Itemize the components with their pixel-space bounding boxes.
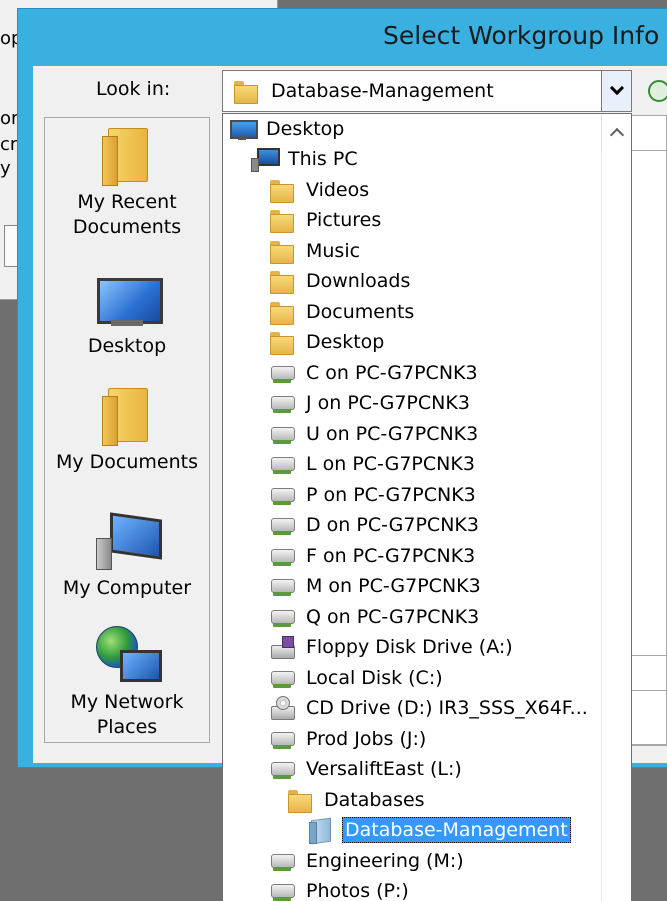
network-drive-icon xyxy=(269,544,295,568)
file-list-divider xyxy=(630,150,667,151)
network-globe-icon xyxy=(96,626,162,684)
list-item[interactable]: F on PC-G7PCNK3 xyxy=(269,541,477,571)
documents-folder-icon xyxy=(102,388,152,446)
place-my-computer[interactable]: My Computer xyxy=(45,516,209,601)
network-drive-icon xyxy=(269,422,295,446)
folder-icon xyxy=(269,269,295,294)
local-disk-icon xyxy=(269,666,295,690)
list-item[interactable]: Prod Jobs (J:) xyxy=(269,724,428,754)
list-item[interactable]: Music xyxy=(269,236,362,266)
list-item[interactable]: This PC xyxy=(251,144,360,174)
network-drive-icon xyxy=(269,513,295,537)
list-item[interactable]: Databases xyxy=(287,785,427,815)
list-item[interactable]: M on PC-G7PCNK3 xyxy=(269,571,483,601)
network-drive-icon xyxy=(269,879,295,901)
list-item[interactable]: D on PC-G7PCNK3 xyxy=(269,510,481,540)
combobox-dropdown-button[interactable] xyxy=(601,71,631,111)
background-text-fragment: cr xyxy=(0,134,18,155)
list-item[interactable]: Desktop xyxy=(269,327,386,357)
list-item-selected[interactable]: Database-Management xyxy=(307,815,571,845)
list-item[interactable]: Desktop xyxy=(229,114,346,144)
file-name-field-edge xyxy=(630,690,667,691)
network-drive-icon xyxy=(269,574,295,598)
look-in-selected-value: Database-Management xyxy=(271,80,494,102)
scroll-up-button[interactable] xyxy=(601,114,631,150)
monitor-icon xyxy=(229,117,258,141)
network-drive-icon xyxy=(269,452,295,476)
folder-icon xyxy=(269,208,295,233)
network-drive-icon xyxy=(269,605,295,629)
network-drive-icon xyxy=(269,727,295,751)
place-my-documents[interactable]: My Documents xyxy=(45,388,209,475)
place-desktop[interactable]: Desktop xyxy=(45,278,209,359)
file-type-field-edge xyxy=(630,745,667,746)
place-label: My Network Places xyxy=(70,691,184,738)
folder-icon xyxy=(269,300,295,325)
list-item[interactable]: Floppy Disk Drive (A:) xyxy=(269,632,515,662)
file-name-field-edge xyxy=(630,655,667,656)
folder-icon xyxy=(269,330,295,355)
place-label: My Computer xyxy=(62,577,192,599)
folder-icon xyxy=(233,79,259,104)
open-folder-icon xyxy=(307,818,333,844)
network-drive-icon xyxy=(269,483,295,507)
chevron-up-icon xyxy=(609,127,624,143)
back-icon[interactable] xyxy=(648,80,667,102)
list-item[interactable]: Documents xyxy=(269,297,416,327)
list-item[interactable]: Downloads xyxy=(269,266,412,296)
folder-icon xyxy=(269,178,295,203)
dialog-title: Select Workgroup Info xyxy=(383,21,660,50)
computer-icon xyxy=(96,516,158,570)
list-item[interactable]: Pictures xyxy=(269,205,383,235)
list-item[interactable]: L on PC-G7PCNK3 xyxy=(269,449,477,479)
list-item[interactable]: U on PC-G7PCNK3 xyxy=(269,419,480,449)
network-drive-icon xyxy=(269,849,295,873)
list-item[interactable]: VersaliftEast (L:) xyxy=(269,754,464,784)
recent-documents-folder-icon xyxy=(102,128,152,186)
pc-icon xyxy=(251,147,280,172)
network-drive-icon xyxy=(269,757,295,781)
places-bar: My Recent Documents Desktop My Documents… xyxy=(44,117,210,743)
list-item[interactable]: C on PC-G7PCNK3 xyxy=(269,358,480,388)
list-item[interactable]: Videos xyxy=(269,175,371,205)
place-label: Desktop xyxy=(87,335,167,357)
list-item[interactable]: Local Disk (C:) xyxy=(269,663,445,693)
list-item[interactable]: Q on PC-G7PCNK3 xyxy=(269,602,481,632)
list-item[interactable]: CD Drive (D:) IR3_SSS_X64F... xyxy=(269,693,590,723)
network-drive-icon xyxy=(269,361,295,385)
folder-icon xyxy=(287,788,313,813)
chevron-down-icon xyxy=(609,80,624,96)
list-item[interactable]: Photos (P:) xyxy=(269,876,411,901)
look-in-combobox[interactable]: Database-Management xyxy=(222,70,632,112)
desktop-monitor-icon xyxy=(97,278,163,328)
list-item[interactable]: P on PC-G7PCNK3 xyxy=(269,480,478,510)
place-my-recent-documents[interactable]: My Recent Documents xyxy=(45,128,209,240)
place-my-network-places[interactable]: My Network Places xyxy=(45,626,209,740)
place-label: My Documents xyxy=(55,451,198,473)
folder-icon xyxy=(269,239,295,264)
scrollbar-track[interactable] xyxy=(601,150,631,901)
network-drive-icon xyxy=(269,391,295,415)
list-item[interactable]: J on PC-G7PCNK3 xyxy=(269,388,472,418)
background-button[interactable] xyxy=(4,225,18,267)
look-in-dropdown-list[interactable]: Desktop This PC Videos Pictures Music Do… xyxy=(222,113,632,901)
place-label: My Recent Documents xyxy=(72,191,182,238)
list-item[interactable]: Engineering (M:) xyxy=(269,846,466,876)
cd-drive-icon xyxy=(269,696,295,720)
background-text-fragment: or xyxy=(0,108,19,129)
floppy-drive-icon xyxy=(269,635,295,659)
look-in-label: Look in: xyxy=(96,78,171,100)
